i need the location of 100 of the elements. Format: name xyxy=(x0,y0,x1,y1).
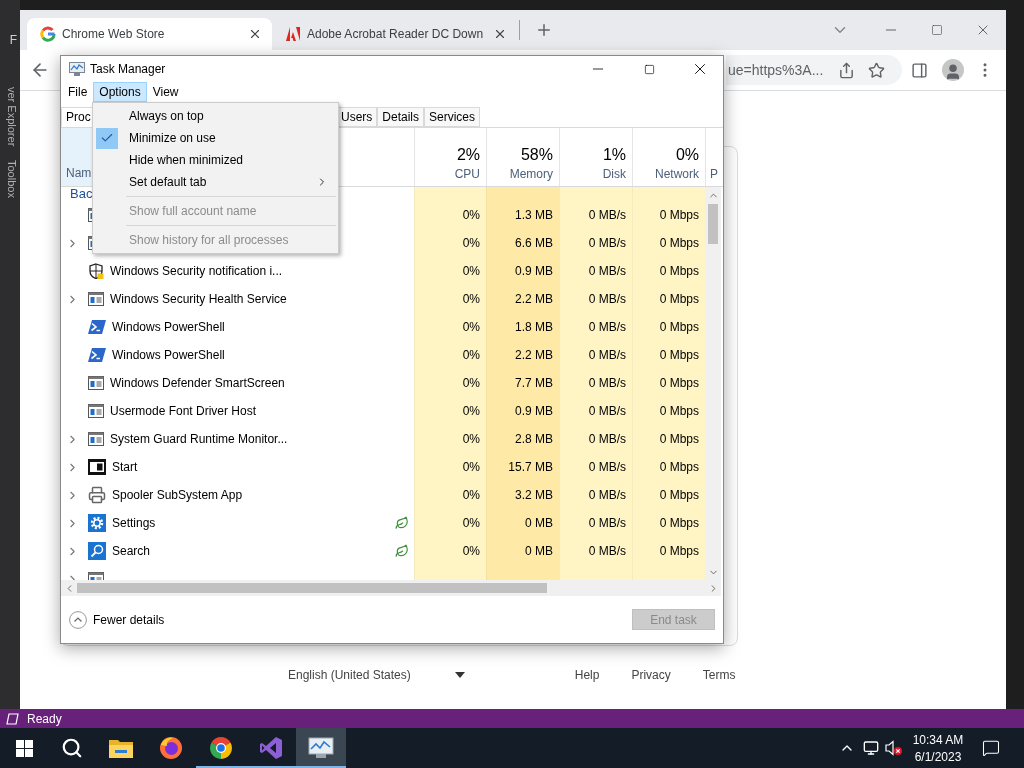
table-cell: 2.2 MB xyxy=(486,285,559,313)
table-cell: 0% xyxy=(414,285,486,313)
table-cell: 0 Mbps xyxy=(632,229,705,257)
column-header[interactable]: 2% CPU xyxy=(414,128,486,186)
menu-item[interactable]: View xyxy=(146,82,185,102)
table-cell: 0.9 MB xyxy=(486,257,559,285)
horizontal-scrollbar[interactable] xyxy=(61,580,721,596)
studio-icon xyxy=(259,736,283,760)
footer-link[interactable]: Privacy xyxy=(631,668,671,682)
process-name: Windows PowerShell xyxy=(112,320,225,334)
menu-item[interactable]: File xyxy=(62,82,94,102)
side-panel-tab[interactable]: Toolbox xyxy=(6,160,18,199)
table-cell: 0 MB/s xyxy=(559,313,632,341)
app-window-icon xyxy=(88,292,104,306)
table-cell xyxy=(414,187,486,201)
table-cell: 0 Mbps xyxy=(632,481,705,509)
close-icon[interactable] xyxy=(248,27,262,41)
firefox-icon xyxy=(159,736,183,760)
search-icon xyxy=(61,737,83,759)
process-name: System Guard Runtime Monitor... xyxy=(110,432,288,446)
share-icon[interactable] xyxy=(837,61,855,79)
menu-option[interactable]: Set default tab xyxy=(93,171,338,193)
table-cell: 0 MB/s xyxy=(559,537,632,565)
footer-link[interactable]: Help xyxy=(574,668,600,682)
caret-icon[interactable] xyxy=(454,672,465,678)
app-window-icon xyxy=(88,432,104,446)
maximize-icon[interactable] xyxy=(643,63,655,75)
table-cell: 0 MB/s xyxy=(559,257,632,285)
table-cell: 0% xyxy=(414,369,486,397)
menu-option[interactable]: Minimize on use xyxy=(93,127,338,149)
profile-button[interactable] xyxy=(942,59,964,81)
shield-icon xyxy=(88,263,104,279)
process-name: Windows Defender SmartScreen xyxy=(110,376,285,390)
menu-option[interactable]: Always on top xyxy=(93,105,338,127)
checkbox[interactable] xyxy=(96,127,118,149)
table-cell: 0 MB/s xyxy=(559,201,632,229)
process-name: Usermode Font Driver Host xyxy=(110,404,257,418)
column-header[interactable]: 1% Disk xyxy=(559,128,632,186)
browser-tab[interactable]: Chrome Web Store xyxy=(27,18,272,50)
clock[interactable]: 10:34 AM 6/1/2023 xyxy=(905,728,971,768)
folder-icon xyxy=(109,738,133,758)
address-bar[interactable]: ue=https%3A... xyxy=(726,55,902,85)
column-header[interactable]: 0% Network xyxy=(632,128,705,186)
table-cell: 1.3 MB xyxy=(486,201,559,229)
scroll-thumb[interactable] xyxy=(77,583,547,593)
table-cell: 0 Mbps xyxy=(632,201,705,229)
column-header[interactable]: 58% Memory xyxy=(486,128,559,186)
menu-option[interactable]: Hide when minimized xyxy=(93,149,338,171)
side-panel-tab[interactable]: ver Explorer xyxy=(6,87,18,147)
maximize-icon[interactable] xyxy=(931,24,943,36)
menu-title[interactable]: F xyxy=(9,33,17,47)
side-panel-icon[interactable] xyxy=(910,61,928,79)
table-cell: 0 Mbps xyxy=(632,509,705,537)
table-cell: 0% xyxy=(414,341,486,369)
language-select[interactable]: English (United States) xyxy=(288,668,411,682)
volume-muted-icon[interactable] xyxy=(885,740,903,756)
table-cell: 0% xyxy=(414,229,486,257)
table-cell: 15.7 MB xyxy=(486,453,559,481)
scroll-thumb[interactable] xyxy=(708,204,718,244)
table-cell: 7.7 MB xyxy=(486,369,559,397)
table-cell: 0.9 MB xyxy=(486,397,559,425)
browser-tab[interactable]: Adobe Acrobat Reader DC Down xyxy=(272,18,517,50)
plus-icon[interactable] xyxy=(535,21,553,39)
google-icon xyxy=(40,26,56,42)
column-header[interactable]: P xyxy=(710,167,718,181)
terminal-icon xyxy=(88,320,106,334)
star-icon[interactable] xyxy=(867,61,885,79)
table-cell: 0% xyxy=(414,313,486,341)
table-cell: 0 MB xyxy=(486,537,559,565)
window-icon xyxy=(88,459,106,475)
table-cell: 2.2 MB xyxy=(486,341,559,369)
tab[interactable]: Users xyxy=(336,107,378,127)
close-icon[interactable] xyxy=(493,27,507,41)
network-icon[interactable] xyxy=(863,740,879,756)
menu-item[interactable]: Options xyxy=(93,82,147,102)
status-text: Ready xyxy=(27,711,62,726)
table-cell: 0 Mbps xyxy=(632,537,705,565)
group-heading: Bac xyxy=(70,187,93,201)
table-cell: 0 MB/s xyxy=(559,341,632,369)
vertical-scrollbar[interactable] xyxy=(705,187,721,580)
person-icon xyxy=(944,63,962,81)
table-cell: 0 MB/s xyxy=(559,453,632,481)
table-cell: 0% xyxy=(414,201,486,229)
process-name: Windows PowerShell xyxy=(112,348,225,362)
taskbar-button[interactable] xyxy=(296,728,346,768)
tab[interactable]: Details xyxy=(377,107,425,127)
table-cell: 0 MB/s xyxy=(559,397,632,425)
footer-link[interactable]: Terms xyxy=(702,668,736,682)
process-name: Search xyxy=(112,544,151,558)
process-name: Settings xyxy=(112,516,156,530)
tab[interactable]: Services xyxy=(424,107,481,127)
notification-icon[interactable] xyxy=(982,739,1000,757)
fewer-details-link[interactable]: Fewer details xyxy=(93,612,165,627)
table-cell: 3.2 MB xyxy=(486,481,559,509)
table-cell: 0 MB/s xyxy=(559,509,632,537)
table-cell: 0% xyxy=(414,425,486,453)
table-cell: 0 MB/s xyxy=(559,369,632,397)
table-cell: 0 MB xyxy=(486,509,559,537)
window-title: Task Manager xyxy=(90,62,167,76)
table-cell: 0 Mbps xyxy=(632,257,705,285)
